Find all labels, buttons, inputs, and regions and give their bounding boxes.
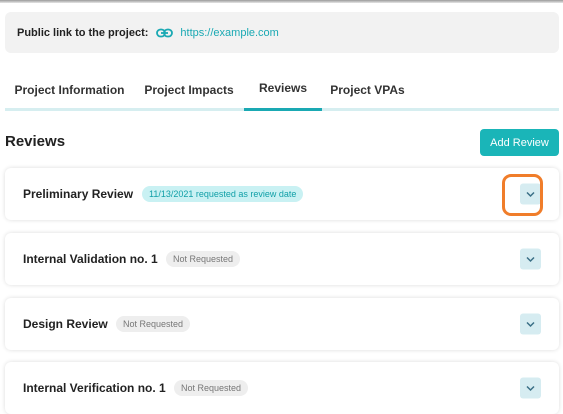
- expand-button[interactable]: [520, 248, 541, 270]
- chevron-down-icon: [526, 385, 535, 391]
- review-name: Internal Verification no. 1: [23, 381, 166, 395]
- tab-reviews[interactable]: Reviews: [244, 77, 322, 111]
- status-badge: 11/13/2021 requested as review date: [142, 186, 304, 202]
- project-tabs: Project Information Project Impacts Revi…: [5, 77, 559, 111]
- review-card-internal-validation: Internal Validation no. 1 Not Requested: [5, 233, 559, 285]
- chevron-down-icon: [526, 256, 535, 262]
- review-card-preliminary: Preliminary Review 11/13/2021 requested …: [5, 168, 559, 220]
- window-top-border: [0, 0, 563, 3]
- expand-button[interactable]: [520, 377, 541, 399]
- status-badge: Not Requested: [174, 380, 249, 396]
- public-link-label: Public link to the project:: [17, 26, 149, 39]
- review-name: Internal Validation no. 1: [23, 252, 158, 266]
- review-name: Preliminary Review: [23, 187, 134, 201]
- public-link-url[interactable]: https://example.com: [180, 27, 278, 39]
- public-link-bar: Public link to the project: https://exam…: [5, 12, 559, 53]
- add-review-button[interactable]: Add Review: [480, 129, 559, 156]
- status-badge: Not Requested: [166, 251, 241, 267]
- review-card-design: Design Review Not Requested: [5, 298, 559, 350]
- chevron-down-icon: [526, 321, 535, 327]
- tab-project-vpas[interactable]: Project VPAs: [322, 77, 413, 108]
- chevron-down-icon: [526, 191, 535, 197]
- tab-project-information[interactable]: Project Information: [5, 77, 134, 108]
- status-badge: Not Requested: [116, 316, 191, 332]
- tab-project-impacts[interactable]: Project Impacts: [134, 77, 244, 108]
- review-name: Design Review: [23, 317, 108, 331]
- expand-button[interactable]: [520, 313, 541, 335]
- link-icon: [156, 27, 174, 39]
- expand-button[interactable]: [520, 183, 541, 205]
- section-title: Reviews: [5, 133, 66, 150]
- review-card-internal-verification: Internal Verification no. 1 Not Requeste…: [5, 362, 559, 414]
